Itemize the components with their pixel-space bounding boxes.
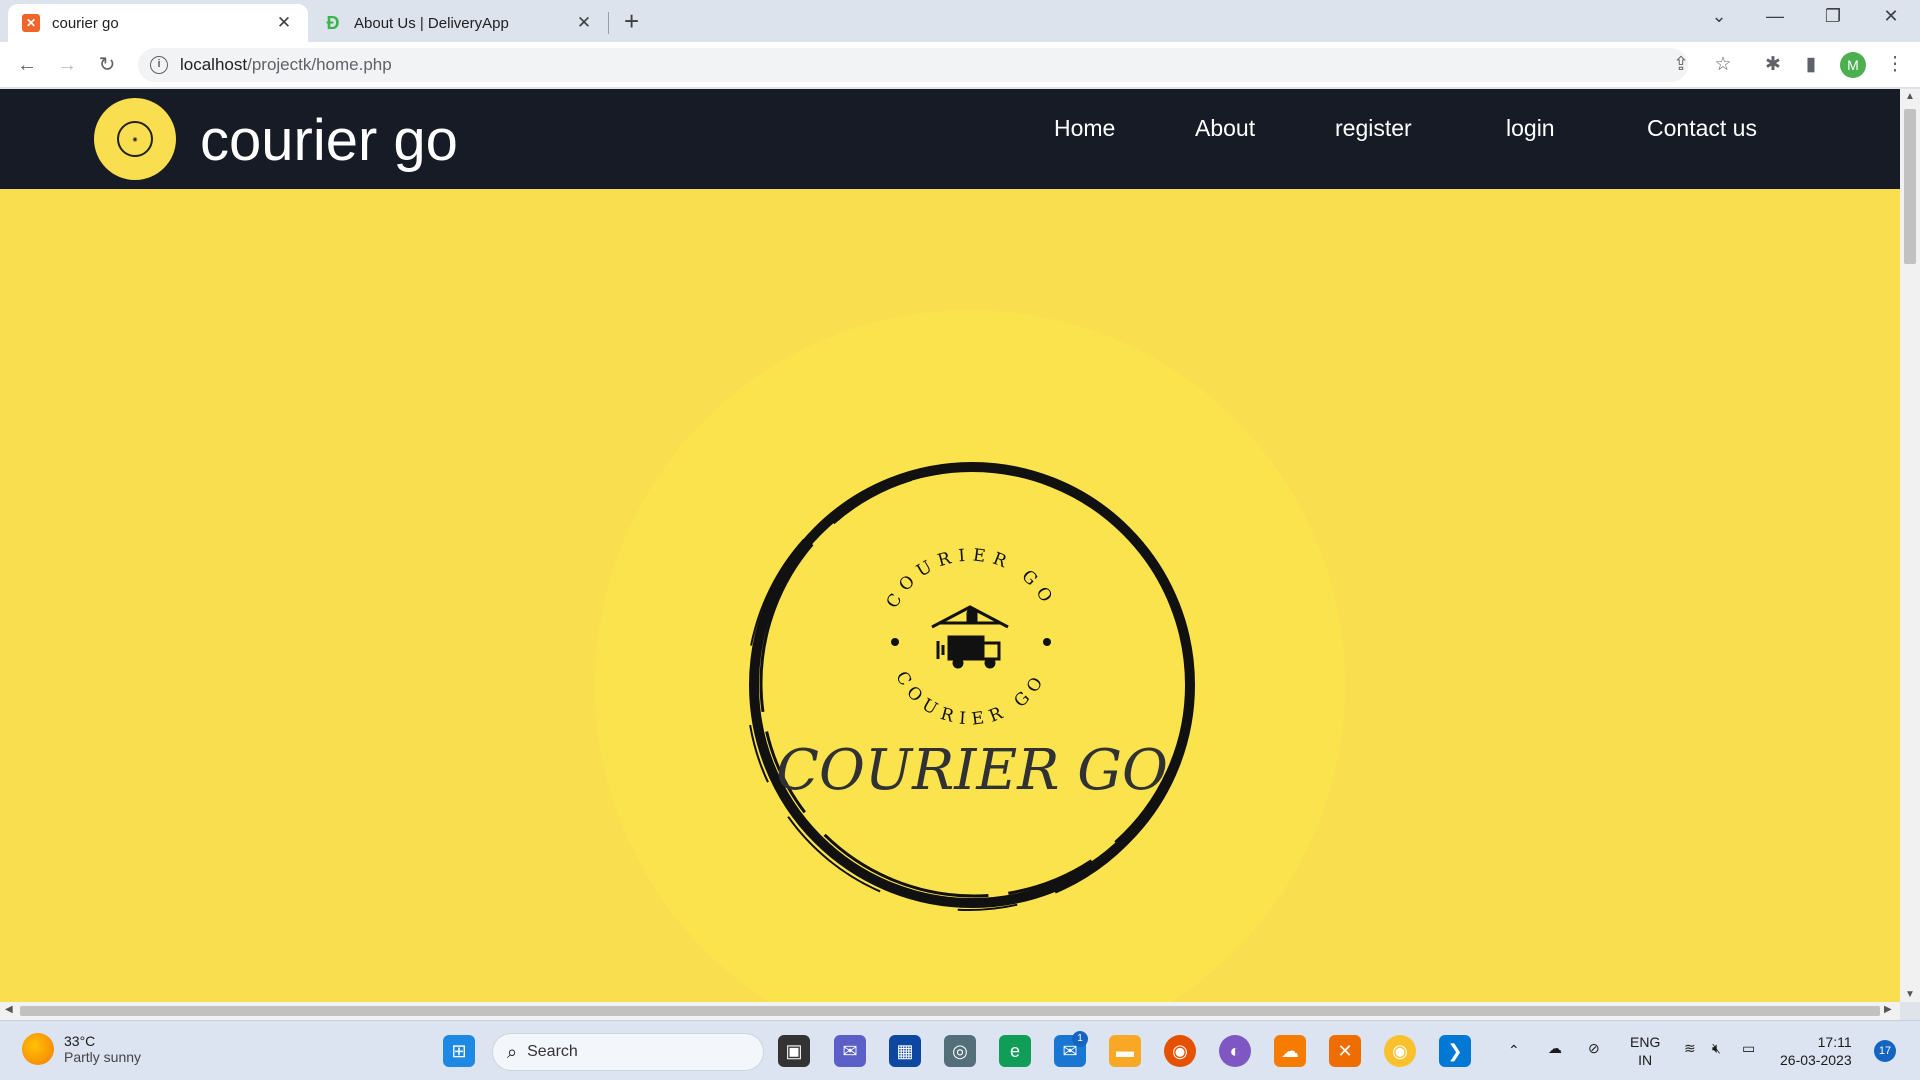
taskbar-search[interactable]: ⌕ Search <box>492 1033 764 1071</box>
window-close-icon[interactable]: ✕ <box>1868 6 1914 27</box>
search-placeholder: Search <box>527 1043 578 1060</box>
file-explorer-icon[interactable]: ▬ <box>1109 1035 1141 1067</box>
mail-badge: 1 <box>1072 1031 1088 1047</box>
microsoft-store-icon[interactable]: ▦ <box>889 1035 921 1067</box>
site-header: ◉ courier go Home About register login C… <box>0 89 1900 189</box>
brand-title[interactable]: courier go <box>200 107 458 174</box>
page-viewport: ◉ courier go Home About register login C… <box>0 89 1900 1002</box>
arc-text-top: COURIER GO <box>883 545 1060 612</box>
site-logo[interactable]: ◉ <box>94 98 176 180</box>
dot-left <box>891 638 899 646</box>
scroll-down-icon[interactable]: ▼ <box>1905 989 1915 1000</box>
weather-desc: Partly sunny <box>64 1049 142 1065</box>
nav-register[interactable]: register <box>1335 115 1412 142</box>
lang-bottom: IN <box>1638 1052 1653 1068</box>
reload-icon[interactable]: ↻ <box>92 50 122 80</box>
deliveryapp-icon: Ð <box>326 12 340 33</box>
xampp-taskbar-icon[interactable]: ✕ <box>1329 1035 1361 1067</box>
tab-title: About Us | DeliveryApp <box>354 14 509 32</box>
url-bar[interactable]: i localhost/projectk/home.php <box>138 48 1688 82</box>
new-tab-icon[interactable]: + <box>624 6 639 37</box>
vertical-scroll-thumb[interactable] <box>1904 109 1916 264</box>
teams-chat-icon[interactable]: ✉ <box>834 1035 866 1067</box>
close-tab-icon[interactable]: ✕ <box>574 13 594 33</box>
xampp-icon: ✕ <box>22 14 40 32</box>
language-indicator[interactable]: ENG IN <box>1630 1033 1660 1069</box>
clock-date: 26-03-2023 <box>1780 1052 1852 1068</box>
volume-muted-icon[interactable]: 🔇︎ <box>1712 1039 1721 1057</box>
tab-title: courier go <box>52 14 119 32</box>
tab-search-icon[interactable]: ⌄ <box>1696 6 1742 27</box>
scroll-left-icon[interactable]: ◀ <box>5 1004 13 1015</box>
scroll-up-icon[interactable]: ▲ <box>1905 91 1915 102</box>
close-tab-icon[interactable]: ✕ <box>274 13 294 33</box>
vertical-scrollbar[interactable]: ▲ ▼ <box>1900 89 1920 1002</box>
clock[interactable]: 17:11 26-03-2023 <box>1780 1033 1852 1069</box>
dot-right <box>1043 638 1051 646</box>
camera-icon[interactable]: ◎ <box>944 1035 976 1067</box>
clock-time: 17:11 <box>1817 1034 1852 1050</box>
chrome-icon[interactable]: ◉ <box>1384 1035 1416 1067</box>
logo-emblem-icon: ◉ <box>117 121 153 157</box>
side-panel-icon[interactable]: ▮ <box>1796 50 1826 80</box>
lang-top: ENG <box>1630 1034 1661 1050</box>
nav-home[interactable]: Home <box>1054 115 1115 142</box>
profile-avatar[interactable]: M <box>1840 52 1866 78</box>
windows-taskbar: 33°C Partly sunny ⊞ ⌕ Search ▣ ✉ ▦ ◎ e ✉… <box>0 1020 1920 1080</box>
task-view-icon[interactable]: ▣ <box>778 1035 810 1067</box>
network-off-icon[interactable]: ⊘ <box>1588 1039 1600 1057</box>
hero-wordmark: COURIER GO <box>776 738 1168 803</box>
weather-widget[interactable]: 33°C Partly sunny <box>22 1033 141 1065</box>
scroll-right-icon[interactable]: ▶ <box>1884 1004 1892 1015</box>
url-path: /projectk/home.php <box>247 55 392 74</box>
nav-login[interactable]: login <box>1506 115 1555 142</box>
search-icon: ⌕ <box>507 1041 518 1062</box>
restore-icon[interactable]: ❐ <box>1810 6 1856 27</box>
edge-browser-icon[interactable]: e <box>999 1035 1031 1067</box>
notification-count[interactable]: 17 <box>1874 1040 1896 1062</box>
tab-courier-go[interactable]: ✕ courier go ✕ <box>8 4 308 42</box>
show-hidden-icons[interactable]: ⌃ <box>1508 1041 1520 1059</box>
firefox-icon[interactable]: ◉ <box>1164 1035 1196 1067</box>
forward-icon[interactable]: → <box>52 50 82 80</box>
hero-logo: COURIER GO COURIER GO COURIER GO <box>746 462 1195 911</box>
truck-warehouse-icon <box>931 605 1009 669</box>
minimize-icon[interactable]: — <box>1752 6 1798 27</box>
info-icon[interactable]: i <box>150 56 168 74</box>
arc-text-bottom: COURIER GO <box>891 668 1051 730</box>
onedrive-icon[interactable]: ☁ <box>1548 1039 1562 1057</box>
cloudflare-icon[interactable]: ☁ <box>1274 1035 1306 1067</box>
vscode-icon[interactable]: ❯ <box>1439 1035 1471 1067</box>
back-icon[interactable]: ← <box>12 50 42 80</box>
horizontal-scrollbar[interactable]: ◀ ▶ <box>0 1002 1900 1020</box>
share-icon[interactable]: ⇪ <box>1666 50 1696 80</box>
weather-temp: 33°C <box>64 1033 96 1049</box>
bookmark-star-icon[interactable]: ☆ <box>1708 50 1738 80</box>
url-host: localhost <box>180 55 248 74</box>
battery-icon[interactable]: ▭ <box>1742 1039 1755 1057</box>
tab-separator <box>608 12 609 34</box>
browser-tab-strip: ✕ courier go ✕ Ð About Us | DeliveryApp … <box>0 0 1920 42</box>
nav-contact[interactable]: Contact us <box>1647 115 1757 142</box>
nav-about[interactable]: About <box>1195 115 1255 142</box>
tab-about-us[interactable]: Ð About Us | DeliveryApp ✕ <box>310 4 608 42</box>
menu-kebab-icon[interactable]: ⋮ <box>1880 50 1910 80</box>
windows-start-icon[interactable]: ⊞ <box>443 1035 475 1067</box>
wifi-icon[interactable]: ≋ <box>1684 1039 1696 1057</box>
extensions-icon[interactable]: ✱ <box>1758 50 1788 80</box>
horizontal-scroll-thumb[interactable] <box>20 1006 1880 1016</box>
partly-sunny-icon <box>22 1033 54 1065</box>
address-toolbar: ← → ↻ i localhost/projectk/home.php ⇪ ☆ … <box>0 42 1920 88</box>
eclipse-icon[interactable]: ◐ <box>1219 1035 1251 1067</box>
